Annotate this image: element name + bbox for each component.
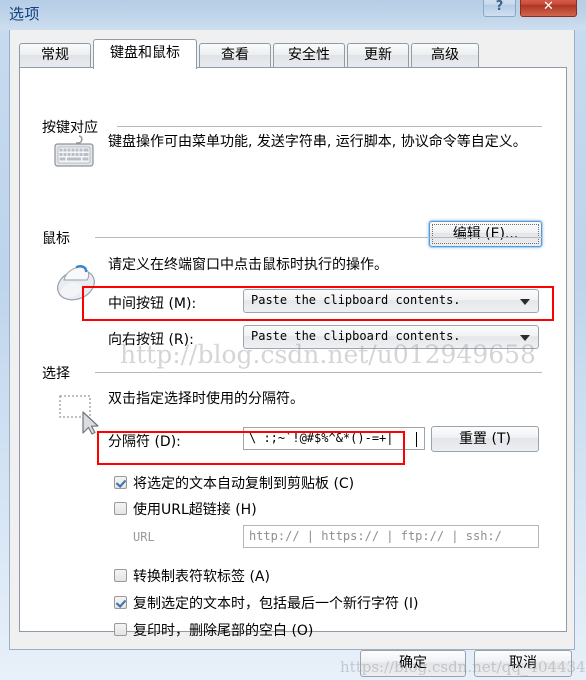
group-label-selection: 选择 (42, 366, 70, 382)
key-mapping-description: 键盘操作可由菜单功能, 发送字符串, 运行脚本, 协议命令等自定义。 (108, 134, 527, 150)
delimiter-label: 分隔符 (D): (108, 434, 181, 450)
url-value: http:// | https:// | ftp:// | ssh:/ (249, 529, 502, 543)
close-icon[interactable]: ✕ (520, 0, 577, 17)
keyboard-icon (48, 134, 100, 174)
reset-button-label: 重置 (T) (459, 431, 511, 447)
tab-strip: 常规 键盘和鼠标 查看 安全性 更新 高级 (19, 39, 567, 69)
url-hyperlink-label: 使用URL超链接 (H) (133, 502, 257, 518)
trim-trailing-space-label: 复印时，删除尾部的空白 (O) (133, 623, 314, 639)
chevron-down-icon (520, 299, 530, 305)
edit-button-label: 编辑 (E)... (452, 226, 519, 242)
group-label-mouse: 鼠标 (42, 231, 70, 247)
group-rule-selection (95, 372, 542, 373)
text-caret (416, 432, 417, 447)
convert-tab-label: 转换制表符软标签 (A) (133, 569, 270, 585)
tab-update[interactable]: 更新 (347, 43, 409, 68)
window-title: 选项 (9, 5, 41, 23)
reset-button[interactable]: 重置 (T) (431, 426, 539, 452)
middle-button-label: 中间按钮 (M): (108, 296, 197, 312)
trim-trailing-space-checkbox[interactable] (114, 623, 127, 636)
url-input[interactable]: http:// | https:// | ftp:// | ssh:/ (243, 525, 539, 548)
tab-keyboard-mouse[interactable]: 键盘和鼠标 (93, 39, 197, 69)
url-hyperlink-checkbox[interactable] (114, 502, 127, 515)
selection-cursor-icon (50, 390, 102, 436)
edit-button[interactable]: 编辑 (E)... (429, 221, 542, 247)
auto-copy-checkbox[interactable] (114, 476, 127, 489)
auto-copy-label: 将选定的文本自动复制到剪贴板 (C) (133, 476, 355, 492)
tab-security[interactable]: 安全性 (273, 43, 345, 68)
options-dialog-window: 选项 ? ✕ 常规 键盘和鼠标 查看 安全性 更新 高级 按键对应 键盘操作可由… (0, 0, 586, 680)
include-newline-label: 复制选定的文本时，包括最后一个新行字符 (I) (133, 596, 419, 612)
delimiter-value: \ :;~`!@#$%^&*()-=+| (249, 431, 394, 445)
group-rule-key-mapping (117, 126, 542, 127)
url-field-label: URL (133, 530, 155, 544)
mouse-description: 请定义在终端窗口中点击鼠标时执行的操作。 (108, 257, 388, 273)
help-icon[interactable]: ? (483, 0, 516, 17)
middle-button-combobox[interactable]: Paste the clipboard contents. (243, 289, 539, 313)
mouse-icon (50, 258, 102, 304)
tab-view[interactable]: 查看 (199, 43, 271, 68)
title-bar[interactable]: 选项 ? ✕ (0, 0, 586, 30)
tab-general[interactable]: 常规 (19, 43, 91, 68)
watermark-top: http://blog.csdn.net/u012949658 (120, 340, 536, 369)
tab-advanced[interactable]: 高级 (411, 43, 479, 68)
delimiter-input[interactable]: \ :;~`!@#$%^&*()-=+| (243, 427, 425, 450)
selection-description: 双击指定选择时使用的分隔符。 (108, 391, 304, 407)
watermark-bottom: https://blog.csdn.net/qq_40443457 (340, 658, 586, 676)
convert-tab-checkbox[interactable] (114, 569, 127, 582)
middle-button-value: Paste the clipboard contents. (251, 293, 461, 307)
group-rule-mouse (95, 237, 542, 238)
include-newline-checkbox[interactable] (114, 596, 127, 609)
